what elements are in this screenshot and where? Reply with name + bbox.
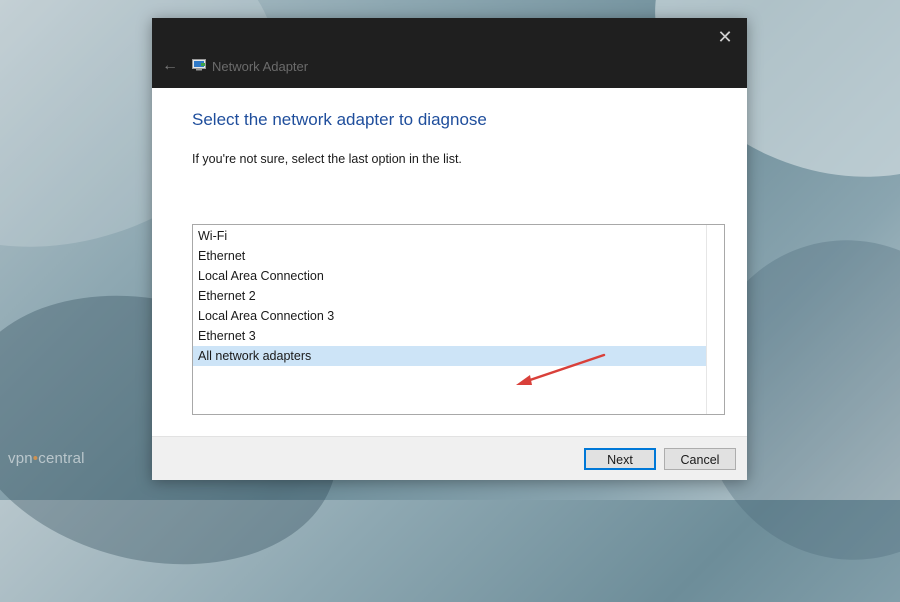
list-item[interactable]: Local Area Connection (193, 266, 707, 286)
list-scrollbar[interactable] (706, 225, 724, 414)
dialog-footer: Next Cancel (152, 436, 747, 480)
annotation-arrow-icon (516, 353, 606, 385)
page-heading: Select the network adapter to diagnose (192, 110, 487, 129)
adapter-list[interactable]: Wi-Fi Ethernet Local Area Connection Eth… (192, 224, 725, 415)
list-item[interactable]: Ethernet 3 (193, 326, 707, 346)
network-adapter-icon (192, 59, 206, 71)
list-item-selected[interactable]: All network adapters (193, 346, 707, 366)
back-arrow-icon[interactable]: ← (158, 54, 182, 78)
title-bar: ✕ ← Network Adapter (152, 18, 747, 88)
network-adapter-dialog: ✕ ← Network Adapter Select the network a… (152, 18, 747, 480)
next-button[interactable]: Next (584, 448, 656, 470)
close-icon[interactable]: ✕ (709, 22, 741, 52)
list-item[interactable]: Ethernet (193, 246, 707, 266)
instruction-text: If you're not sure, select the last opti… (192, 152, 462, 166)
cancel-button[interactable]: Cancel (664, 448, 736, 470)
list-item[interactable]: Local Area Connection 3 (193, 306, 707, 326)
list-item[interactable]: Ethernet 2 (193, 286, 707, 306)
vpncentral-watermark: vpn•central (8, 450, 85, 467)
list-item[interactable]: Wi-Fi (193, 226, 707, 246)
window-title: Network Adapter (212, 59, 309, 74)
